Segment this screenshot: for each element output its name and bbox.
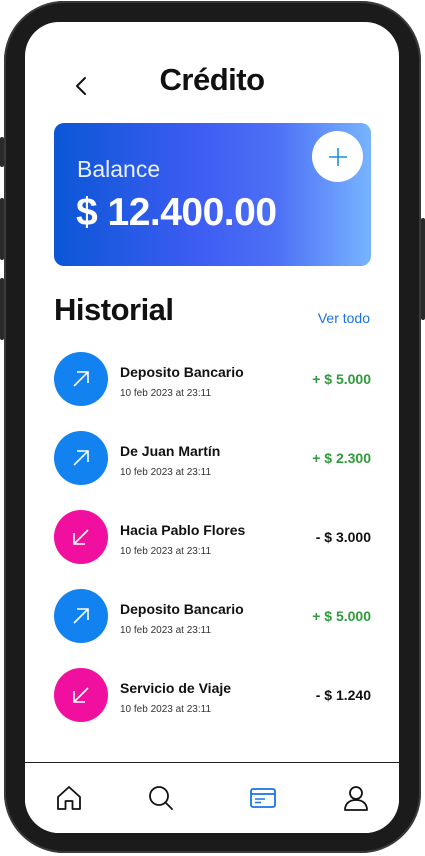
arrow-up-right-icon: [73, 608, 89, 624]
tab-profile[interactable]: [341, 783, 371, 813]
balance-amount: $ 12.400.00: [76, 191, 277, 234]
transaction-row[interactable]: Hacia Pablo Flores 10 feb 2023 at 23:11 …: [54, 509, 371, 565]
incoming-transaction-avatar: [54, 431, 108, 485]
outgoing-transaction-avatar: [54, 668, 108, 722]
add-funds-button[interactable]: [312, 131, 363, 182]
transaction-row[interactable]: Deposito Bancario 10 feb 2023 at 23:11 +…: [54, 351, 371, 407]
tab-home[interactable]: [54, 783, 84, 813]
arrow-up-right-icon: [73, 450, 89, 466]
transaction-amount: + $ 5.000: [312, 608, 371, 624]
transaction-row[interactable]: De Juan Martín 10 feb 2023 at 23:11 + $ …: [54, 430, 371, 486]
side-button-power: [421, 218, 425, 320]
transaction-name: De Juan Martín: [120, 443, 221, 459]
incoming-transaction-avatar: [54, 589, 108, 643]
transaction-name: Servicio de Viaje: [120, 680, 232, 696]
transaction-name: Hacia Pablo Flores: [120, 522, 246, 538]
arrow-down-left-icon: [73, 529, 89, 545]
balance-card: Balance $ 12.400.00: [54, 123, 371, 266]
page-title: Crédito: [159, 62, 266, 97]
transaction-name: Deposito Bancario: [120, 364, 244, 380]
transaction-amount: - $ 3.000: [315, 529, 371, 545]
side-button-volume-down: [0, 278, 4, 340]
transaction-date: 10 feb 2023 at 23:11: [120, 388, 212, 399]
tab-cards[interactable]: [248, 783, 278, 813]
transaction-date: 10 feb 2023 at 23:11: [120, 704, 212, 715]
card-icon: [250, 788, 276, 808]
outgoing-transaction-avatar: [54, 510, 108, 564]
transaction-date: 10 feb 2023 at 23:11: [120, 467, 212, 478]
transaction-amount: + $ 5.000: [312, 371, 371, 387]
transaction-amount: + $ 2.300: [312, 450, 371, 466]
side-button-mute: [0, 137, 4, 167]
incoming-transaction-avatar: [54, 352, 108, 406]
transaction-row[interactable]: Deposito Bancario 10 feb 2023 at 23:11 +…: [54, 588, 371, 644]
transaction-row[interactable]: Servicio de Viaje 10 feb 2023 at 23:11 -…: [54, 667, 371, 723]
app-screen: Crédito Balance $ 12.400.00 Historial Ve…: [25, 22, 399, 833]
arrow-up-right-icon: [73, 371, 89, 387]
transaction-amount: - $ 1.240: [315, 687, 371, 703]
transaction-date: 10 feb 2023 at 23:11: [120, 546, 212, 557]
side-button-volume-up: [0, 198, 4, 260]
plus-icon: [328, 147, 347, 166]
transaction-date: 10 feb 2023 at 23:11: [120, 625, 212, 636]
profile-icon: [344, 786, 368, 811]
history-title: Historial: [54, 292, 174, 327]
tab-search[interactable]: [146, 783, 176, 813]
balance-label: Balance: [77, 156, 161, 182]
transaction-name: Deposito Bancario: [120, 601, 244, 617]
bottom-tab-bar: [25, 762, 399, 833]
see-all-link[interactable]: Ver todo: [318, 310, 370, 326]
home-icon: [57, 786, 81, 810]
search-icon: [149, 786, 173, 810]
arrow-down-left-icon: [73, 687, 89, 703]
